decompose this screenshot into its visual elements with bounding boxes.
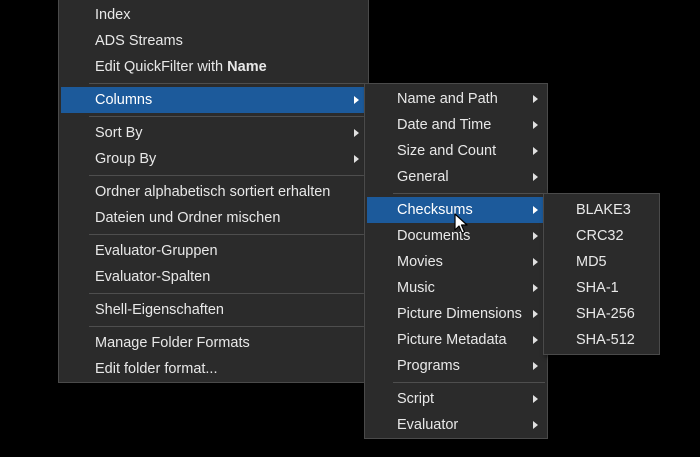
- edit-quickfilter-prefix: Edit QuickFilter with: [95, 59, 228, 75]
- menu-item-columns-label: Columns: [95, 92, 153, 108]
- submenu-arrow-icon: [533, 95, 538, 103]
- submenu-arrow-icon: [533, 147, 538, 155]
- menu-item-music-label: Music: [397, 280, 435, 296]
- menu-separator: [89, 326, 366, 327]
- menu-item-music[interactable]: Music: [367, 275, 545, 301]
- menu-item-picture-metadata[interactable]: Picture Metadata: [367, 327, 545, 353]
- menu-item-script-label: Script: [397, 391, 435, 407]
- submenu-arrow-icon: [533, 121, 538, 129]
- mouse-pointer-icon: [454, 213, 468, 234]
- menu-item-blake3[interactable]: BLAKE3: [546, 197, 657, 223]
- menu-item-sha256-label: SHA-256: [576, 306, 635, 322]
- context-menu-columns: Name and Path Date and Time Size and Cou…: [364, 83, 548, 439]
- menu-item-movies-label: Movies: [397, 254, 443, 270]
- submenu-arrow-icon: [533, 362, 538, 370]
- submenu-arrow-icon: [533, 284, 538, 292]
- menu-item-picture-dimensions-label: Picture Dimensions: [397, 306, 522, 322]
- menu-item-evaluator-columns[interactable]: Evaluator-Spalten: [61, 264, 366, 290]
- menu-item-group-by[interactable]: Group By: [61, 146, 366, 172]
- menu-item-sha512[interactable]: SHA-512: [546, 327, 657, 353]
- edit-quickfilter-bold-name: Name: [227, 59, 267, 75]
- menu-item-movies[interactable]: Movies: [367, 249, 545, 275]
- submenu-arrow-icon: [533, 232, 538, 240]
- menu-item-size-and-count[interactable]: Size and Count: [367, 138, 545, 164]
- submenu-arrow-icon: [533, 173, 538, 181]
- menu-item-ads-streams[interactable]: ADS Streams: [61, 28, 366, 54]
- menu-item-date-and-time[interactable]: Date and Time: [367, 112, 545, 138]
- menu-item-evaluator-label: Evaluator: [397, 417, 459, 433]
- submenu-arrow-icon: [533, 336, 538, 344]
- menu-item-md5-label: MD5: [576, 254, 607, 270]
- menu-item-date-and-time-label: Date and Time: [397, 117, 492, 133]
- context-menu-checksums: BLAKE3 CRC32 MD5 SHA-1 SHA-256 SHA-512: [543, 193, 660, 355]
- submenu-arrow-icon: [533, 395, 538, 403]
- menu-separator: [393, 193, 545, 194]
- menu-item-sha1[interactable]: SHA-1: [546, 275, 657, 301]
- menu-item-programs-label: Programs: [397, 358, 460, 374]
- menu-item-sha1-label: SHA-1: [576, 280, 619, 296]
- menu-item-keep-folders-sorted[interactable]: Ordner alphabetisch sortiert erhalten: [61, 179, 366, 205]
- menu-item-evaluator[interactable]: Evaluator: [367, 412, 545, 438]
- menu-item-script[interactable]: Script: [367, 386, 545, 412]
- menu-item-edit-quickfilter[interactable]: Edit QuickFilter with Name: [61, 54, 366, 80]
- menu-item-crc32[interactable]: CRC32: [546, 223, 657, 249]
- submenu-arrow-icon: [354, 129, 359, 137]
- context-menu-main: Index ADS Streams Edit QuickFilter with …: [58, 0, 369, 383]
- submenu-arrow-icon: [533, 258, 538, 266]
- menu-item-edit-quickfilter-label: Edit QuickFilter with Name: [95, 54, 267, 80]
- menu-item-general[interactable]: General: [367, 164, 545, 190]
- menu-item-mix-files-folders[interactable]: Dateien und Ordner mischen: [61, 205, 366, 231]
- submenu-arrow-icon: [354, 96, 359, 104]
- menu-item-name-and-path[interactable]: Name and Path: [367, 86, 545, 112]
- menu-item-general-label: General: [397, 169, 449, 185]
- menu-item-evaluator-columns-label: Evaluator-Spalten: [95, 269, 211, 285]
- submenu-arrow-icon: [354, 155, 359, 163]
- menu-item-edit-folder-format[interactable]: Edit folder format...: [61, 356, 366, 382]
- menu-separator: [89, 116, 366, 117]
- menu-item-evaluator-groups-label: Evaluator-Gruppen: [95, 243, 218, 259]
- menu-item-manage-folder-formats-label: Manage Folder Formats: [95, 335, 250, 351]
- menu-item-md5[interactable]: MD5: [546, 249, 657, 275]
- menu-item-keep-folders-sorted-label: Ordner alphabetisch sortiert erhalten: [95, 184, 331, 200]
- menu-separator: [89, 175, 366, 176]
- menu-separator: [89, 234, 366, 235]
- menu-item-index[interactable]: Index: [61, 2, 366, 28]
- desktop-background: Index ADS Streams Edit QuickFilter with …: [0, 0, 700, 457]
- menu-item-name-and-path-label: Name and Path: [397, 91, 498, 107]
- menu-item-mix-files-folders-label: Dateien und Ordner mischen: [95, 210, 281, 226]
- menu-item-blake3-label: BLAKE3: [576, 202, 631, 218]
- menu-item-sort-by-label: Sort By: [95, 125, 143, 141]
- menu-item-group-by-label: Group By: [95, 151, 157, 167]
- menu-item-columns[interactable]: Columns: [61, 87, 366, 113]
- menu-item-sha512-label: SHA-512: [576, 332, 635, 348]
- menu-separator: [89, 83, 366, 84]
- menu-item-picture-metadata-label: Picture Metadata: [397, 332, 507, 348]
- submenu-arrow-icon: [533, 310, 538, 318]
- menu-item-crc32-label: CRC32: [576, 228, 624, 244]
- menu-item-ads-streams-label: ADS Streams: [95, 33, 183, 49]
- menu-item-sort-by[interactable]: Sort By: [61, 120, 366, 146]
- menu-item-size-and-count-label: Size and Count: [397, 143, 497, 159]
- submenu-arrow-icon: [533, 206, 538, 214]
- menu-item-shell-properties-label: Shell-Eigenschaften: [95, 302, 224, 318]
- menu-item-manage-folder-formats[interactable]: Manage Folder Formats: [61, 330, 366, 356]
- menu-separator: [89, 293, 366, 294]
- menu-item-index-label: Index: [95, 7, 131, 23]
- menu-separator: [393, 382, 545, 383]
- menu-item-programs[interactable]: Programs: [367, 353, 545, 379]
- menu-item-sha256[interactable]: SHA-256: [546, 301, 657, 327]
- menu-item-shell-properties[interactable]: Shell-Eigenschaften: [61, 297, 366, 323]
- submenu-arrow-icon: [533, 421, 538, 429]
- menu-item-picture-dimensions[interactable]: Picture Dimensions: [367, 301, 545, 327]
- menu-item-edit-folder-format-label: Edit folder format...: [95, 361, 218, 377]
- menu-item-evaluator-groups[interactable]: Evaluator-Gruppen: [61, 238, 366, 264]
